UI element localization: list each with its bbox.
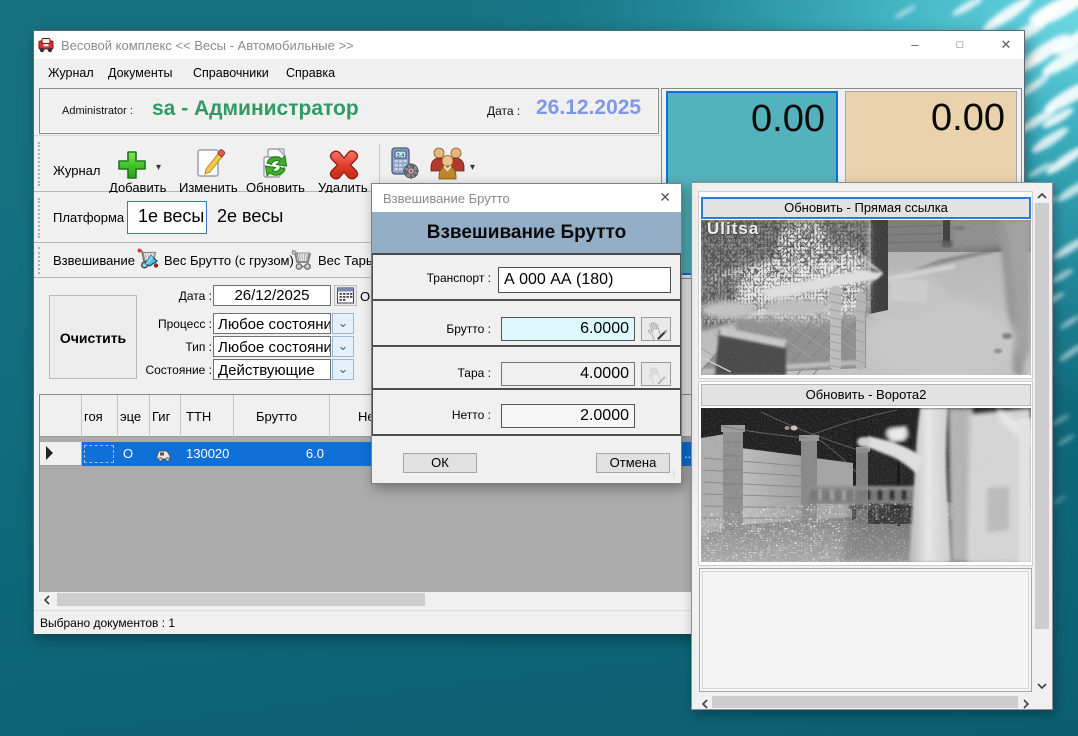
svg-text:3.4: 3.4 <box>397 153 405 159</box>
svg-text:Ulitsa: Ulitsa <box>707 220 759 238</box>
